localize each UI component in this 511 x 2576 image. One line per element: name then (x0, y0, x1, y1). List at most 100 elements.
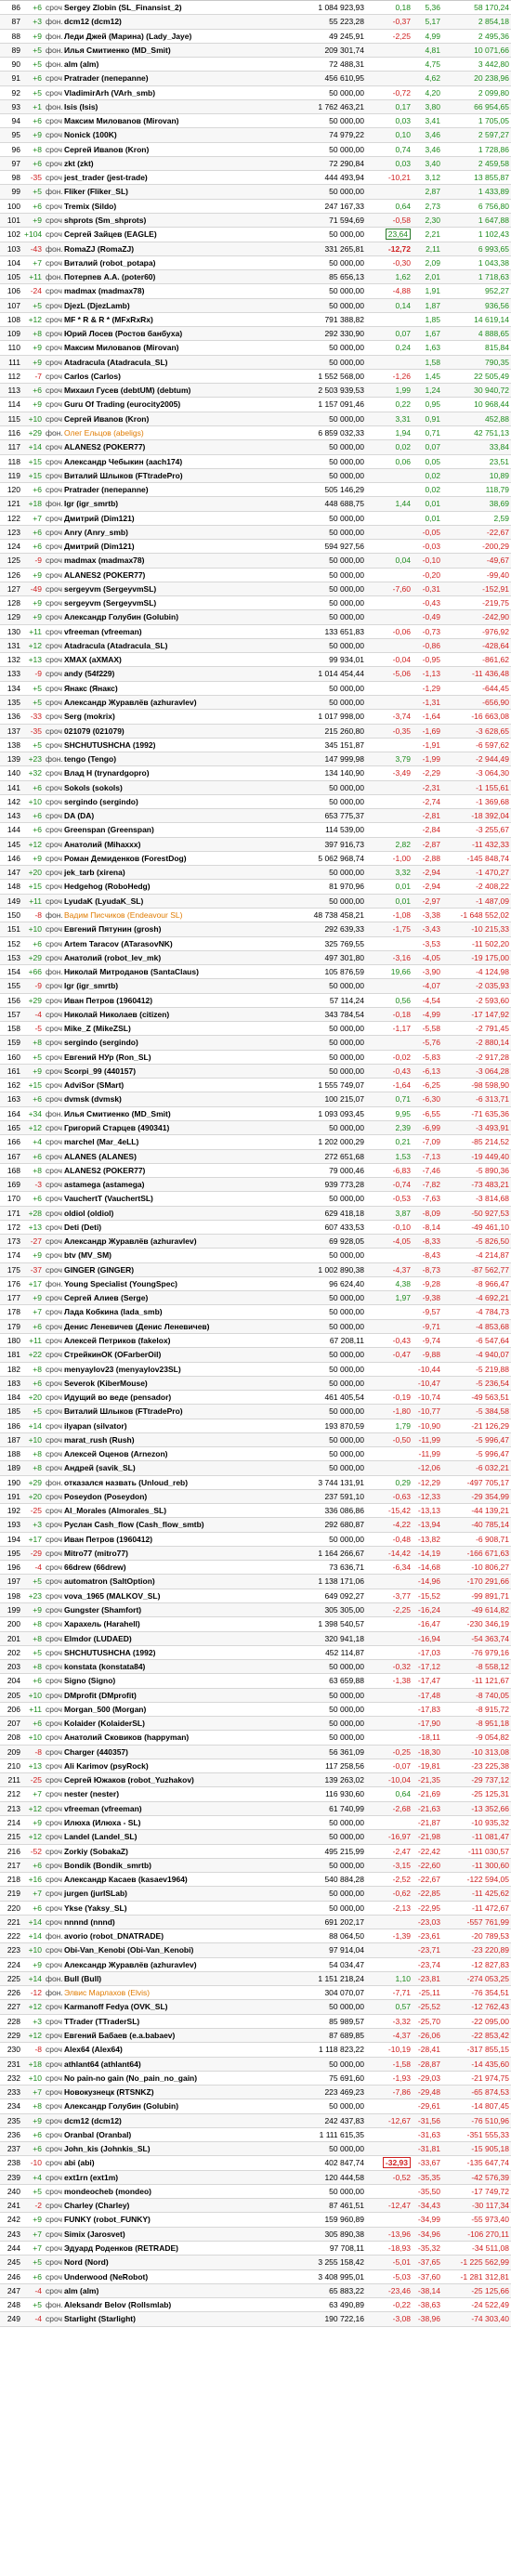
trader-name-cell[interactable]: Guru Of Trading (eurocity2005) (62, 398, 276, 411)
trader-name-cell[interactable]: Юрий Лосев (Ростов банбуха) (62, 327, 276, 340)
trader-name-cell[interactable]: Евгений НУр (Ron_SL) (62, 1051, 276, 1064)
trader-name-cell[interactable]: Isis (Isis) (62, 100, 276, 113)
trader-name-cell[interactable]: Carlos (Carlos) (62, 370, 276, 383)
trader-name-cell[interactable]: Анатолий (Mihaxxx) (62, 838, 276, 851)
trader-name-cell[interactable]: Pratrader (пепераnne) (62, 72, 276, 85)
trader-name-cell[interactable]: XMAX (aXMAX) (62, 653, 276, 666)
trader-name-cell[interactable]: Serg (mokrix) (62, 710, 276, 723)
trader-name-cell[interactable]: Влад Н (trynardgopro) (62, 766, 276, 779)
trader-name-cell[interactable]: marat_rush (Rush) (62, 1433, 276, 1446)
trader-name-cell[interactable]: Янакс (Янакс) (62, 682, 276, 695)
trader-name-cell[interactable]: Charley (Charley) (62, 2199, 276, 2212)
trader-name-cell[interactable]: Алексей Оценов (Arnezon) (62, 1447, 276, 1460)
trader-name-cell[interactable]: ALANES (ALANES) (62, 1150, 276, 1163)
trader-name-cell[interactable]: Потерпев А.А. (poter60) (62, 270, 276, 283)
trader-name-cell[interactable]: Сергей Иваnов (Kron) (62, 412, 276, 425)
trader-name-cell[interactable]: Александр Голубин (Golubin) (62, 610, 276, 623)
trader-name-cell[interactable]: Виталий Шлыков (FTtradePro) (62, 469, 276, 482)
trader-name-cell[interactable]: No pain-no gain (No_pain_no_gain) (62, 2072, 276, 2085)
trader-name-cell[interactable]: Александр Журавлёв (azhuravlev) (62, 696, 276, 709)
trader-name-cell[interactable]: Элвис Марлахов (Elvis) (62, 1986, 276, 1999)
trader-name-cell[interactable]: tengo (Tengo) (62, 752, 276, 765)
trader-name-cell[interactable]: Александр Журавлёв (azhuravlev) (62, 1958, 276, 1971)
trader-name-cell[interactable]: konstata (konstata84) (62, 1660, 276, 1673)
trader-name-cell[interactable]: MF * R & R * (MFxRxRx) (62, 313, 276, 326)
trader-name-cell[interactable]: Идущий во веде (pensador) (62, 1391, 276, 1404)
trader-name-cell[interactable]: Igr (igr_smrtb) (62, 979, 276, 992)
trader-name-cell[interactable]: ilyapan (silvator) (62, 1419, 276, 1432)
trader-name-cell[interactable]: Mitro77 (mitro77) (62, 1547, 276, 1560)
trader-name-cell[interactable]: Харахель (Harahell) (62, 1617, 276, 1630)
trader-name-cell[interactable]: oldiol (oldiol) (62, 1207, 276, 1220)
trader-name-cell[interactable]: Anry (Anry_smb) (62, 526, 276, 539)
trader-name-cell[interactable]: Сергей Зайцев (EAGLE) (62, 228, 276, 241)
trader-name-cell[interactable]: Underwood (NeRobot) (62, 2270, 276, 2283)
trader-name-cell[interactable]: Starlight (Starlight) (62, 2312, 276, 2325)
trader-name-cell[interactable]: Igr (igr_smrtb) (62, 497, 276, 510)
trader-name-cell[interactable]: Руслан Cash_flow (Cash_flow_smtb) (62, 1518, 276, 1531)
trader-name-cell[interactable]: Al_Morales (Almorales_SL) (62, 1504, 276, 1517)
trader-name-cell[interactable]: Дмитрий (Dim121) (62, 512, 276, 525)
trader-name-cell[interactable]: Signo (Signo) (62, 1674, 276, 1687)
trader-name-cell[interactable]: СтрейкинОК (OFarberOil) (62, 1348, 276, 1361)
trader-name-cell[interactable]: abi (abi) (62, 2156, 276, 2169)
trader-name-cell[interactable]: Nord (Nord) (62, 2256, 276, 2269)
trader-name-cell[interactable]: FUNKY (robot_FUNKY) (62, 2213, 276, 2226)
trader-name-cell[interactable]: GINGER (GINGER) (62, 1263, 276, 1276)
trader-name-cell[interactable]: Oranbal (Oranbal) (62, 2128, 276, 2141)
trader-name-cell[interactable]: Илья Смитиенко (MD_Smit) (62, 44, 276, 57)
trader-name-cell[interactable]: Atadracula (Atadracula_SL) (62, 356, 276, 369)
trader-name-cell[interactable]: Alex64 (Alex64) (62, 2043, 276, 2056)
trader-name-cell[interactable]: dcm12 (dcm12) (62, 2114, 276, 2127)
trader-name-cell[interactable]: Вадим Писчиков (Endeavour SL) (62, 909, 276, 922)
trader-name-cell[interactable]: Obi-Van_Kenobi (Obi-Van_Kenobi) (62, 1943, 276, 1956)
trader-name-cell[interactable]: John_kis (Johnkis_SL) (62, 2142, 276, 2155)
trader-name-cell[interactable]: ALANES2 (POKER77) (62, 440, 276, 453)
trader-name-cell[interactable]: Иван Петров (1960412) (62, 994, 276, 1007)
trader-name-cell[interactable]: Виталий Шлыков (FTtradePro) (62, 1405, 276, 1418)
trader-name-cell[interactable]: menyaylov23 (menyaylov23SL) (62, 1363, 276, 1376)
trader-name-cell[interactable]: Zorkiy (SobakaZ) (62, 1845, 276, 1858)
trader-name-cell[interactable]: alm (alm) (62, 58, 276, 71)
trader-name-cell[interactable]: Morgan_500 (Morgan) (62, 1703, 276, 1716)
trader-name-cell[interactable]: nnnnd (nnnd) (62, 1916, 276, 1929)
trader-name-cell[interactable]: 66drew (66drew) (62, 1561, 276, 1574)
trader-name-cell[interactable]: Elmdor (LUDAED) (62, 1632, 276, 1645)
trader-name-cell[interactable]: jurgen (jurISLab) (62, 1887, 276, 1900)
trader-name-cell[interactable]: Mike_Z (MikeZSL) (62, 1022, 276, 1035)
trader-name-cell[interactable]: Николай Митроданов (SantaClaus) (62, 965, 276, 978)
trader-name-cell[interactable]: nester (nester) (62, 1787, 276, 1800)
trader-name-cell[interactable]: RomaZJ (RomaZJ) (62, 242, 276, 255)
trader-name-cell[interactable]: Максим Миловаnов (Mirovan) (62, 341, 276, 354)
trader-name-cell[interactable]: Анатолий (robot_lev_mk) (62, 951, 276, 964)
trader-name-cell[interactable]: Charger (440357) (62, 1746, 276, 1759)
trader-name-cell[interactable]: Artem Taraсov (ATarasovNK) (62, 937, 276, 950)
trader-name-cell[interactable]: Евгений Бабаев (e.a.babaev) (62, 2029, 276, 2042)
trader-name-cell[interactable]: SHCHUTUSHCHA (1992) (62, 739, 276, 752)
trader-name-cell[interactable]: Новокузнецк (RTSNKZ) (62, 2086, 276, 2099)
trader-name-cell[interactable]: Simix (Jarosvet) (62, 2228, 276, 2241)
trader-name-cell[interactable]: alm (alm) (62, 2284, 276, 2297)
trader-name-cell[interactable]: madmax (madmax78) (62, 554, 276, 567)
trader-name-cell[interactable]: athlant64 (athlant64) (62, 2058, 276, 2071)
trader-name-cell[interactable]: Young Specialist (YoungSpec) (62, 1277, 276, 1290)
trader-name-cell[interactable]: ALANES2 (POKER77) (62, 1164, 276, 1177)
trader-name-cell[interactable]: andy (54f229) (62, 667, 276, 680)
trader-name-cell[interactable]: Александр Касаев (kasaev1964) (62, 1873, 276, 1886)
trader-name-cell[interactable]: Дмитрий (Dim121) (62, 540, 276, 553)
trader-name-cell[interactable]: Ali Karimov (psyRock) (62, 1759, 276, 1772)
trader-name-cell[interactable]: automatron (SaltOption) (62, 1575, 276, 1588)
trader-name-cell[interactable]: DjezL (DjezLamb) (62, 299, 276, 312)
trader-name-cell[interactable]: TTrader (TTraderSL) (62, 2015, 276, 2028)
trader-name-cell[interactable]: Роман Демиденков (ForestDog) (62, 852, 276, 865)
trader-name-cell[interactable]: sergeyvm (SergeyvmSL) (62, 582, 276, 595)
trader-name-cell[interactable]: ALANES2 (POKER77) (62, 569, 276, 582)
trader-name-cell[interactable]: Илья Смитиенко (MD_Smit) (62, 1107, 276, 1120)
trader-name-cell[interactable]: jek_tarb (xirena) (62, 866, 276, 879)
trader-name-cell[interactable]: Poseydon (Poseydon) (62, 1490, 276, 1503)
trader-name-cell[interactable]: Илюха (Илюха - SL) (62, 1816, 276, 1829)
trader-name-cell[interactable]: Александр Журавлёв (azhuravlev) (62, 1235, 276, 1248)
trader-name-cell[interactable]: Bondik (Bondik_smrtb) (62, 1859, 276, 1872)
trader-name-cell[interactable]: VladimirArh (VArh_smb) (62, 86, 276, 99)
trader-name-cell[interactable]: Ykse (Yaksy_SL) (62, 1902, 276, 1915)
